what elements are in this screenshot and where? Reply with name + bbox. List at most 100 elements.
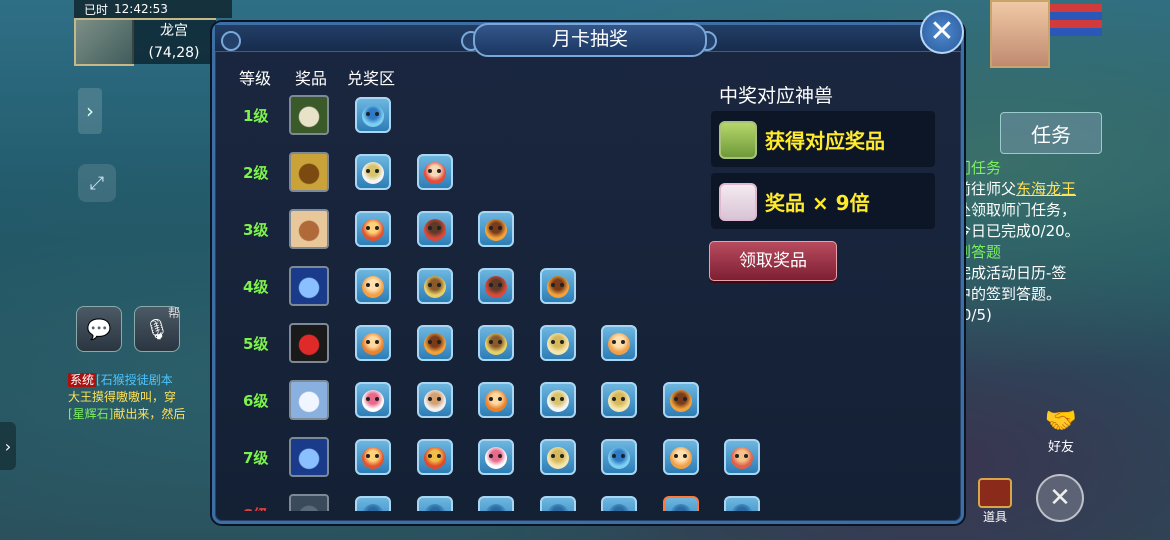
- dog-beast-icon[interactable]: [478, 325, 514, 361]
- blue-beast-icon[interactable]: [478, 496, 514, 511]
- rabbit-beast-icon[interactable]: [478, 439, 514, 475]
- dialog-close-icon[interactable]: ✕: [920, 10, 964, 54]
- dialog-title: 月卡抽奖: [473, 23, 707, 57]
- chat-bubble-icon[interactable]: 💬: [76, 306, 122, 352]
- sheep-beast-icon[interactable]: [601, 382, 637, 418]
- handshake-icon: 🤝: [1044, 406, 1078, 436]
- red-gem-icon[interactable]: [289, 323, 329, 363]
- monkey-beast-icon[interactable]: [355, 268, 391, 304]
- location-panel[interactable]: 龙宫 (74,28): [132, 18, 216, 64]
- blue-beast-icon[interactable]: [724, 496, 760, 511]
- blue-beast-icon[interactable]: [662, 496, 699, 511]
- level-label: 3级: [243, 221, 269, 239]
- red-pig-beast-icon[interactable]: [724, 439, 760, 475]
- rooster-beast-icon[interactable]: [416, 211, 453, 247]
- chat-log[interactable]: 系统 [石猴授徒剧本 大王摸得嗷嗷叫，穿 [星辉石]献出来，然后: [68, 372, 216, 423]
- time-period-label: 已时: [84, 2, 109, 17]
- rainbow-chick-icon: [719, 121, 757, 159]
- meat-icon[interactable]: [289, 209, 329, 249]
- side-expand-arrow-icon[interactable]: ›: [78, 88, 102, 134]
- quest-title: 门任务: [956, 159, 1002, 177]
- rice-cakes-icon[interactable]: [289, 95, 329, 135]
- hp-mp-bars: [1050, 4, 1102, 36]
- crystal-ball-icon[interactable]: [289, 380, 329, 420]
- red-bird-beast-icon[interactable]: [355, 211, 391, 247]
- quest-title: 到答题: [956, 243, 1002, 261]
- header-ornament: [221, 31, 241, 51]
- dog-beast-icon[interactable]: [416, 268, 453, 304]
- white-bird-beast-icon[interactable]: [355, 154, 391, 190]
- player-avatar[interactable]: [990, 0, 1050, 68]
- monthly-card-lottery-dialog: 月卡抽奖 等级 奖品 兑奖区 1级 2级 3级 4级 5级 6级 7级 8级 中奖对应神兽 获…: [212, 22, 964, 524]
- pink-bow-chick-icon: [719, 183, 757, 221]
- treasure-chest-icon: [978, 478, 1012, 508]
- guild-channel-label: 帮: [168, 306, 181, 320]
- sheep-beast-icon[interactable]: [539, 325, 576, 361]
- tiger-beast-icon[interactable]: [539, 268, 576, 304]
- tiger-beast-icon[interactable]: [662, 382, 699, 418]
- blue-dragon-beast-icon[interactable]: [355, 97, 391, 133]
- level-label: 6级: [243, 392, 269, 410]
- level-label: 1级: [243, 107, 269, 125]
- tab-quest[interactable]: 任务: [1000, 112, 1102, 154]
- game-clock: 已时 12:42:53: [74, 0, 232, 18]
- tiger-beast-icon[interactable]: [478, 211, 514, 247]
- info-row-multiplier: 奖品 × 9倍: [711, 173, 935, 229]
- location-coords: (74,28): [148, 45, 200, 61]
- level-row: 4级: [225, 260, 765, 316]
- winning-beast-title: 中奖对应神兽: [719, 85, 834, 107]
- npc-link[interactable]: 东海龙王: [1016, 180, 1076, 198]
- column-header-prize: 奖品: [295, 69, 328, 88]
- chat-line: 大王摸得嗷嗷叫，穿: [68, 390, 177, 404]
- blue-moon-icon[interactable]: [289, 266, 329, 306]
- red-bird-beast-icon[interactable]: [355, 439, 391, 475]
- prize-level-list[interactable]: 1级 2级 3级 4级 5级 6级 7级 8级: [225, 89, 765, 511]
- red-rooster-beast-icon[interactable]: [416, 154, 453, 190]
- red-dragon-beast-icon[interactable]: [416, 439, 453, 475]
- column-header-level: 等级: [239, 69, 272, 88]
- left-drawer-arrow-icon[interactable]: ›: [0, 422, 16, 470]
- rabbit-beast-icon[interactable]: [355, 382, 391, 418]
- level-label: 8级: [243, 504, 279, 511]
- column-header-exchange: 兑奖区: [347, 69, 396, 88]
- level-row: 1级: [225, 89, 765, 145]
- blue-beast-icon[interactable]: [539, 496, 576, 511]
- blue-beast-icon[interactable]: [601, 496, 637, 511]
- level-label: 2级: [243, 164, 269, 182]
- level-row: 7级: [225, 431, 765, 487]
- fullscreen-expand-icon[interactable]: ⤢: [78, 164, 116, 202]
- blue-dragon-beast-icon[interactable]: [601, 439, 637, 475]
- deer-beast-icon[interactable]: [355, 325, 391, 361]
- rooster-beast-icon[interactable]: [478, 268, 514, 304]
- monkey-beast-icon[interactable]: [601, 325, 637, 361]
- sheep-beast-icon[interactable]: [539, 439, 576, 475]
- white-cat-beast-icon[interactable]: [416, 382, 453, 418]
- white-bird-beast-icon[interactable]: [539, 382, 576, 418]
- level-row: 2级: [225, 146, 765, 202]
- claim-prize-button[interactable]: 领取奖品: [709, 241, 837, 281]
- level-label: 5级: [243, 335, 269, 353]
- deer-beast-icon[interactable]: [478, 382, 514, 418]
- quest-tracker[interactable]: 门任务 前往师父东海龙王 处领取师门任务， 今日已完成0/20。 到答题 完成活…: [956, 158, 1096, 326]
- level-row: 6级: [225, 374, 765, 430]
- minimap[interactable]: [74, 18, 134, 66]
- gold-tile-icon[interactable]: [289, 152, 329, 192]
- location-name: 龙宫: [160, 23, 188, 39]
- inventory-button[interactable]: 道具: [972, 478, 1018, 525]
- blue-beast-icon[interactable]: [416, 496, 453, 511]
- level-label: 4级: [243, 278, 269, 296]
- monkey-beast-icon[interactable]: [662, 439, 699, 475]
- blue-beast-icon[interactable]: [355, 496, 391, 511]
- menu-close-icon[interactable]: ✕: [1036, 474, 1084, 522]
- time-value: 12:42:53: [114, 2, 168, 16]
- level-row: 5级: [225, 317, 765, 373]
- level-row: 8级: [225, 488, 765, 511]
- friends-button[interactable]: 🤝 好友: [1036, 406, 1086, 455]
- level-row: 3级: [225, 203, 765, 259]
- tiger-beast-icon[interactable]: [416, 325, 453, 361]
- blue-moon-icon[interactable]: [289, 437, 329, 477]
- level-label: 7级: [243, 449, 269, 467]
- info-row-prize: 获得对应奖品: [711, 111, 935, 167]
- unknown-icon[interactable]: [289, 494, 329, 511]
- chat-line: [星辉石]献出来，然后: [68, 407, 186, 421]
